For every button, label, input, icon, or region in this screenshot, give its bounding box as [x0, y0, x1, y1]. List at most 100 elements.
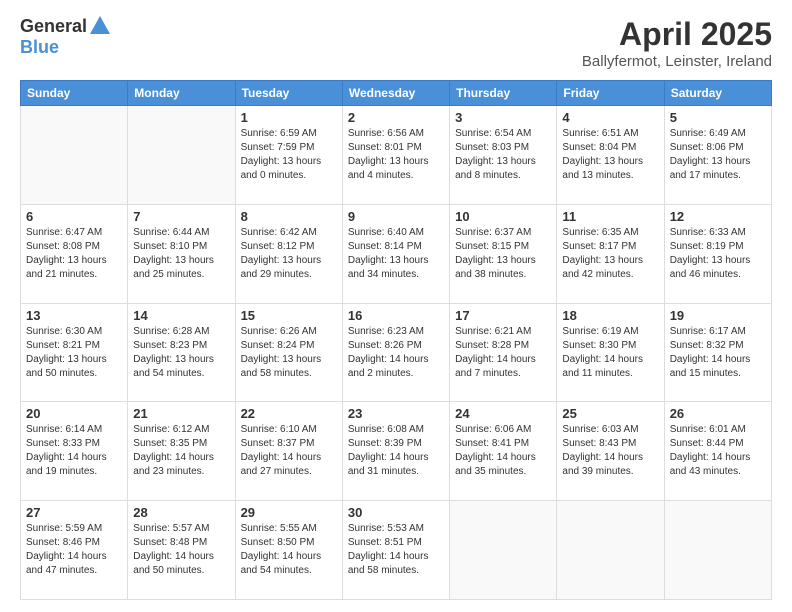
weekday-header-friday: Friday [557, 81, 664, 106]
day-number: 23 [348, 406, 444, 421]
day-number: 17 [455, 308, 551, 323]
day-info: Sunrise: 6:28 AM Sunset: 8:23 PM Dayligh… [133, 325, 229, 381]
day-number: 7 [133, 209, 229, 224]
calendar-cell: 12 Sunrise: 6:33 AM Sunset: 8:19 PM Dayli… [664, 204, 771, 303]
day-number: 21 [133, 406, 229, 421]
day-number: 14 [133, 308, 229, 323]
calendar-cell [21, 106, 128, 205]
weekday-header-saturday: Saturday [664, 81, 771, 106]
day-number: 11 [562, 209, 658, 224]
calendar-cell [664, 501, 771, 600]
day-info: Sunrise: 6:21 AM Sunset: 8:28 PM Dayligh… [455, 325, 551, 381]
day-number: 24 [455, 406, 551, 421]
day-info: Sunrise: 6:26 AM Sunset: 8:24 PM Dayligh… [241, 325, 337, 381]
day-info: Sunrise: 6:14 AM Sunset: 8:33 PM Dayligh… [26, 423, 122, 479]
title-section: April 2025 Ballyfermot, Leinster, Irelan… [582, 16, 772, 70]
weekday-header-sunday: Sunday [21, 81, 128, 106]
day-info: Sunrise: 6:30 AM Sunset: 8:21 PM Dayligh… [26, 325, 122, 381]
calendar-cell: 24 Sunrise: 6:06 AM Sunset: 8:41 PM Dayli… [450, 402, 557, 501]
day-info: Sunrise: 6:06 AM Sunset: 8:41 PM Dayligh… [455, 423, 551, 479]
calendar-cell: 23Sunrise: 6:08 AM Sunset: 8:39 PM Dayli… [342, 402, 449, 501]
day-number: 15 [241, 308, 337, 323]
calendar-cell: 16Sunrise: 6:23 AM Sunset: 8:26 PM Dayli… [342, 303, 449, 402]
day-info: Sunrise: 5:53 AM Sunset: 8:51 PM Dayligh… [348, 522, 444, 578]
calendar-cell: 2 Sunrise: 6:56 AM Sunset: 8:01 PM Daylig… [342, 106, 449, 205]
week-row-1: 1Sunrise: 6:59 AM Sunset: 7:59 PM Daylig… [21, 106, 772, 205]
calendar-cell: 28Sunrise: 5:57 AM Sunset: 8:48 PM Dayli… [128, 501, 235, 600]
day-info: Sunrise: 6:40 AM Sunset: 8:14 PM Dayligh… [348, 226, 444, 282]
logo-blue-text: Blue [20, 37, 59, 58]
calendar-cell: 25 Sunrise: 6:03 AM Sunset: 8:43 PM Dayli… [557, 402, 664, 501]
day-info: Sunrise: 6:12 AM Sunset: 8:35 PM Dayligh… [133, 423, 229, 479]
week-row-3: 13Sunrise: 6:30 AM Sunset: 8:21 PM Dayli… [21, 303, 772, 402]
day-number: 28 [133, 505, 229, 520]
day-info: Sunrise: 6:17 AM Sunset: 8:32 PM Dayligh… [670, 325, 766, 381]
day-info: Sunrise: 6:03 AM Sunset: 8:43 PM Dayligh… [562, 423, 658, 479]
day-number: 19 [670, 308, 766, 323]
calendar-cell: 30 Sunrise: 5:53 AM Sunset: 8:51 PM Dayli… [342, 501, 449, 600]
day-info: Sunrise: 6:35 AM Sunset: 8:17 PM Dayligh… [562, 226, 658, 282]
day-info: Sunrise: 6:42 AM Sunset: 8:12 PM Dayligh… [241, 226, 337, 282]
calendar-cell: 4Sunrise: 6:51 AM Sunset: 8:04 PM Daylig… [557, 106, 664, 205]
page: General Blue April 2025 Ballyfermot, Lei… [0, 0, 792, 612]
day-info: Sunrise: 5:59 AM Sunset: 8:46 PM Dayligh… [26, 522, 122, 578]
calendar-cell: 9 Sunrise: 6:40 AM Sunset: 8:14 PM Daylig… [342, 204, 449, 303]
calendar-cell: 22 Sunrise: 6:10 AM Sunset: 8:37 PM Dayli… [235, 402, 342, 501]
calendar-cell: 7 Sunrise: 6:44 AM Sunset: 8:10 PM Daylig… [128, 204, 235, 303]
weekday-header-row: SundayMondayTuesdayWednesdayThursdayFrid… [21, 81, 772, 106]
calendar-cell: 29 Sunrise: 5:55 AM Sunset: 8:50 PM Dayli… [235, 501, 342, 600]
day-number: 29 [241, 505, 337, 520]
calendar-cell: 13Sunrise: 6:30 AM Sunset: 8:21 PM Dayli… [21, 303, 128, 402]
day-info: Sunrise: 6:47 AM Sunset: 8:08 PM Dayligh… [26, 226, 122, 282]
day-info: Sunrise: 6:54 AM Sunset: 8:03 PM Dayligh… [455, 127, 551, 183]
location: Ballyfermot, Leinster, Ireland [582, 53, 772, 70]
day-info: Sunrise: 6:37 AM Sunset: 8:15 PM Dayligh… [455, 226, 551, 282]
day-number: 5 [670, 110, 766, 125]
day-number: 4 [562, 110, 658, 125]
day-number: 27 [26, 505, 122, 520]
day-number: 8 [241, 209, 337, 224]
day-number: 12 [670, 209, 766, 224]
day-number: 16 [348, 308, 444, 323]
day-number: 6 [26, 209, 122, 224]
week-row-2: 6 Sunrise: 6:47 AM Sunset: 8:08 PM Daylig… [21, 204, 772, 303]
calendar-cell: 27 Sunrise: 5:59 AM Sunset: 8:46 PM Dayli… [21, 501, 128, 600]
week-row-4: 20 Sunrise: 6:14 AM Sunset: 8:33 PM Dayli… [21, 402, 772, 501]
calendar-cell: 19 Sunrise: 6:17 AM Sunset: 8:32 PM Dayli… [664, 303, 771, 402]
calendar-cell: 10 Sunrise: 6:37 AM Sunset: 8:15 PM Dayli… [450, 204, 557, 303]
day-number: 9 [348, 209, 444, 224]
day-info: Sunrise: 6:56 AM Sunset: 8:01 PM Dayligh… [348, 127, 444, 183]
calendar-cell [450, 501, 557, 600]
day-info: Sunrise: 6:10 AM Sunset: 8:37 PM Dayligh… [241, 423, 337, 479]
day-number: 2 [348, 110, 444, 125]
day-info: Sunrise: 6:33 AM Sunset: 8:19 PM Dayligh… [670, 226, 766, 282]
calendar-cell: 20 Sunrise: 6:14 AM Sunset: 8:33 PM Dayli… [21, 402, 128, 501]
calendar-cell: 21 Sunrise: 6:12 AM Sunset: 8:35 PM Dayli… [128, 402, 235, 501]
weekday-header-thursday: Thursday [450, 81, 557, 106]
day-number: 22 [241, 406, 337, 421]
calendar-cell: 8 Sunrise: 6:42 AM Sunset: 8:12 PM Daylig… [235, 204, 342, 303]
calendar-cell: 18Sunrise: 6:19 AM Sunset: 8:30 PM Dayli… [557, 303, 664, 402]
day-number: 20 [26, 406, 122, 421]
calendar-cell: 17 Sunrise: 6:21 AM Sunset: 8:28 PM Dayli… [450, 303, 557, 402]
day-info: Sunrise: 5:55 AM Sunset: 8:50 PM Dayligh… [241, 522, 337, 578]
week-row-5: 27 Sunrise: 5:59 AM Sunset: 8:46 PM Dayli… [21, 501, 772, 600]
day-number: 30 [348, 505, 444, 520]
day-info: Sunrise: 6:01 AM Sunset: 8:44 PM Dayligh… [670, 423, 766, 479]
day-number: 18 [562, 308, 658, 323]
day-info: Sunrise: 6:49 AM Sunset: 8:06 PM Dayligh… [670, 127, 766, 183]
month-title: April 2025 [582, 16, 772, 53]
weekday-header-tuesday: Tuesday [235, 81, 342, 106]
day-info: Sunrise: 6:44 AM Sunset: 8:10 PM Dayligh… [133, 226, 229, 282]
calendar-cell: 5 Sunrise: 6:49 AM Sunset: 8:06 PM Daylig… [664, 106, 771, 205]
day-info: Sunrise: 6:59 AM Sunset: 7:59 PM Dayligh… [241, 127, 337, 183]
calendar-table: SundayMondayTuesdayWednesdayThursdayFrid… [20, 80, 772, 600]
day-number: 10 [455, 209, 551, 224]
calendar-cell: 1Sunrise: 6:59 AM Sunset: 7:59 PM Daylig… [235, 106, 342, 205]
day-number: 25 [562, 406, 658, 421]
header: General Blue April 2025 Ballyfermot, Lei… [20, 16, 772, 70]
day-number: 3 [455, 110, 551, 125]
calendar-cell: 15 Sunrise: 6:26 AM Sunset: 8:24 PM Dayli… [235, 303, 342, 402]
calendar-cell: 6 Sunrise: 6:47 AM Sunset: 8:08 PM Daylig… [21, 204, 128, 303]
calendar-cell [128, 106, 235, 205]
